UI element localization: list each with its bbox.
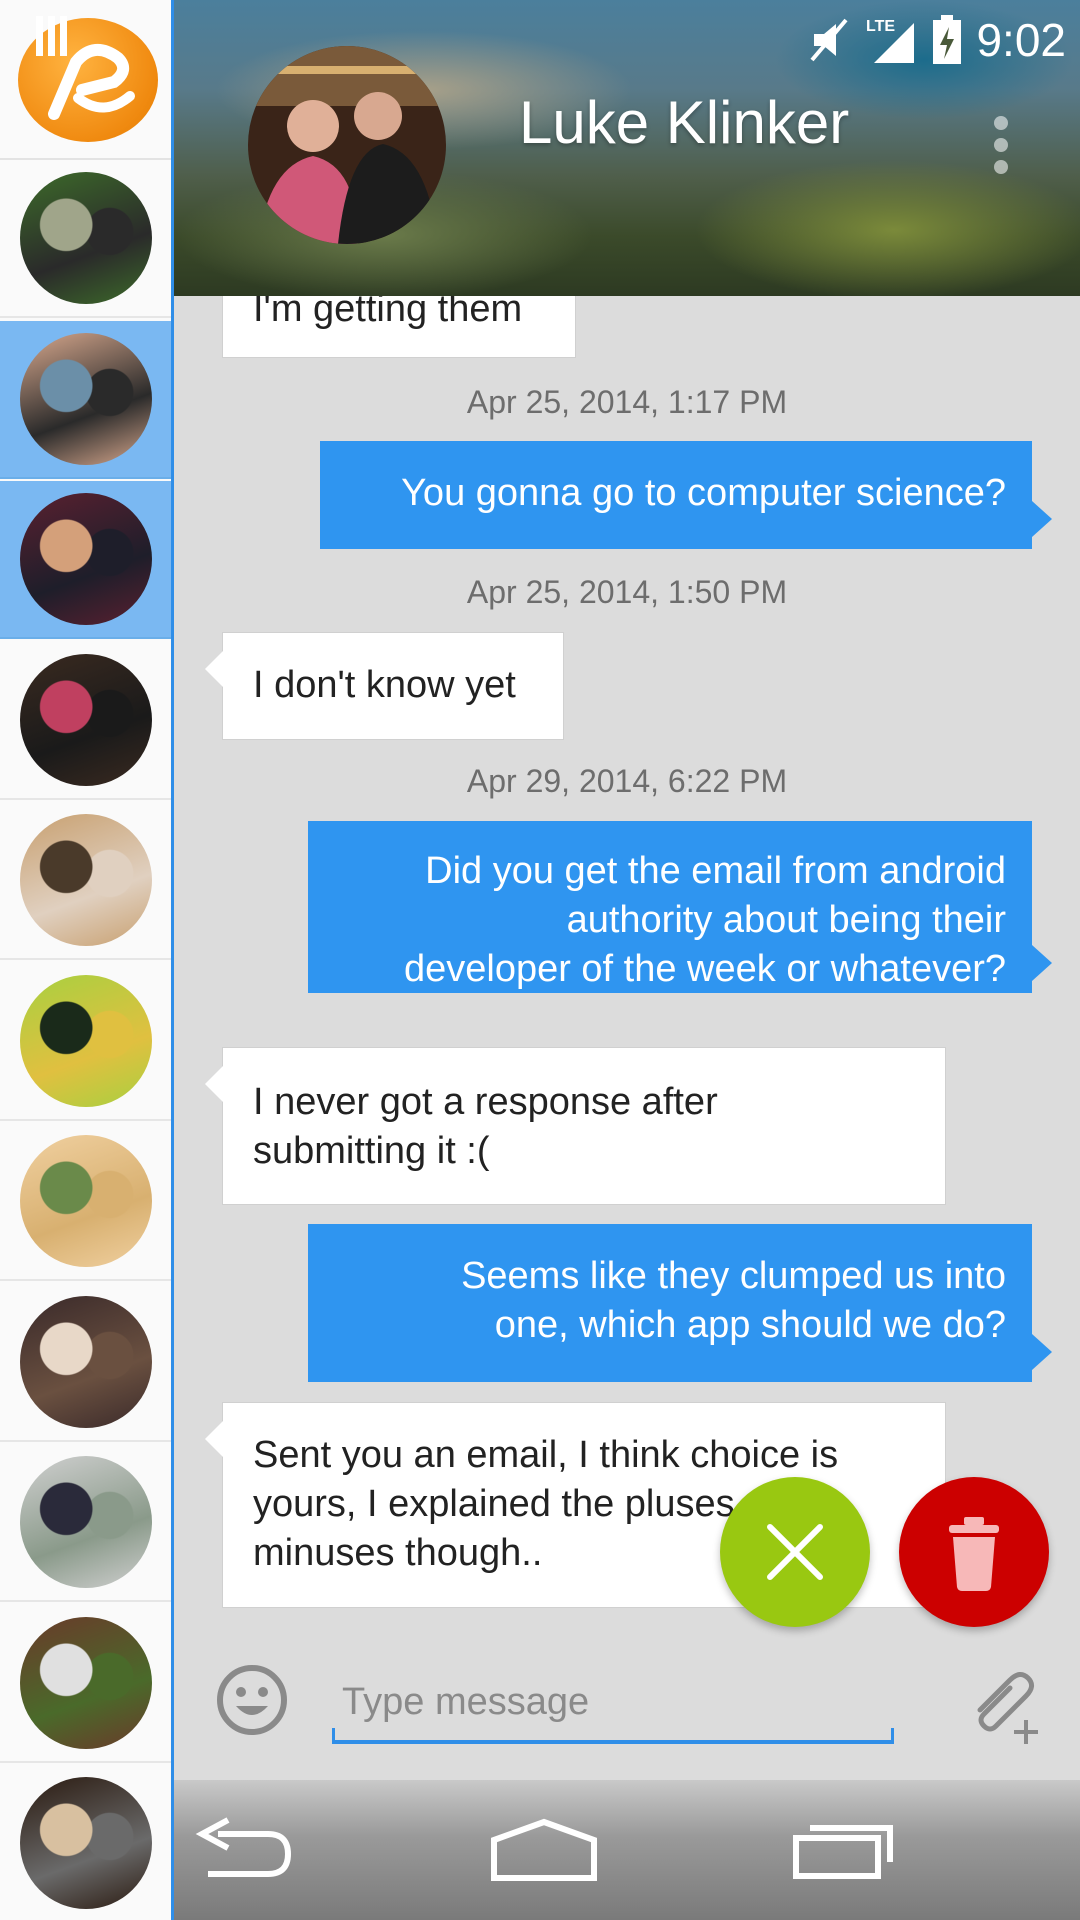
contact-avatar: [20, 1295, 152, 1428]
contact-item[interactable]: [0, 160, 171, 318]
contact-item[interactable]: [0, 1123, 171, 1281]
outgoing-message[interactable]: Seems like they clumped us into one, whi…: [308, 1224, 1052, 1382]
close-icon: [767, 1524, 823, 1580]
contact-name: Luke Klinker: [519, 89, 850, 156]
message-timestamp: Apr 29, 2014, 6:22 PM: [466, 763, 788, 799]
overflow-menu-icon[interactable]: [986, 116, 1016, 178]
compose-bar: [174, 1640, 1080, 1780]
contact-item[interactable]: [0, 963, 171, 1121]
contact-item[interactable]: [0, 642, 171, 800]
message-line: Sent you an email, I think choice is: [253, 1434, 839, 1476]
message-line: Seems like they clumped us into: [461, 1255, 1006, 1297]
recent-apps-icon[interactable]: [788, 1810, 898, 1890]
cancel-selection-button[interactable]: [720, 1477, 870, 1627]
contact-avatar: [20, 493, 152, 625]
mute-icon: [810, 18, 848, 62]
svg-text:LTE: LTE: [866, 18, 895, 35]
outgoing-message[interactable]: You gonna go to computer science?: [320, 441, 1052, 549]
message-text: You gonna go to computer science?: [401, 472, 1006, 514]
incoming-message[interactable]: I don't know yet: [205, 632, 564, 740]
conversation-header: Luke Klinker LTE 9:02: [174, 0, 1080, 296]
incoming-message[interactable]: I never got a response after submitting …: [205, 1047, 946, 1205]
contact-avatar: [20, 1616, 152, 1749]
contact-avatar: [20, 332, 152, 465]
contact-item[interactable]: [0, 1605, 171, 1763]
message-line: Did you get the email from android: [425, 850, 1006, 892]
trash-icon: [949, 1517, 999, 1591]
contact-item[interactable]: [0, 1765, 171, 1920]
message-timestamp: Apr 25, 2014, 1:17 PM: [466, 384, 788, 420]
input-underline: [332, 1728, 894, 1744]
contact-item[interactable]: [0, 481, 171, 639]
contact-avatar: [20, 172, 152, 304]
contact-avatar: [20, 1777, 152, 1909]
contact-item[interactable]: [0, 802, 171, 960]
message-line: submitting it :(: [253, 1130, 490, 1172]
contact-avatar: [20, 1456, 152, 1588]
contact-avatar[interactable]: [248, 46, 446, 244]
status-bar: LTE 9:02: [808, 12, 1066, 68]
message-line: authority about being their: [566, 899, 1006, 941]
contact-avatar: [20, 814, 152, 946]
app-logo-e-icon: [48, 44, 135, 120]
contact-avatar: [20, 1135, 152, 1267]
contact-avatar: [20, 974, 152, 1107]
message-line: developer of the week or whatever?: [403, 948, 1006, 990]
clock: 9:02: [976, 14, 1066, 66]
incoming-message[interactable]: I'm getting them: [222, 296, 576, 358]
contact-item[interactable]: [0, 1444, 171, 1602]
delete-button[interactable]: [899, 1477, 1049, 1627]
attach-icon[interactable]: [966, 1660, 1046, 1744]
message-text: I don't know yet: [253, 664, 516, 706]
message-line: I never got a response after: [253, 1081, 718, 1123]
emoji-icon[interactable]: [216, 1664, 288, 1736]
signal-icon: LTE: [866, 18, 915, 63]
contact-item[interactable]: [0, 320, 171, 479]
contact-item[interactable]: [0, 1284, 171, 1442]
message-text: I'm getting them: [253, 296, 523, 330]
system-navigation-bar: [174, 1780, 1080, 1920]
message-list[interactable]: I'm getting them Apr 25, 2014, 1:17 PM Y…: [174, 296, 1080, 1640]
message-timestamp: Apr 25, 2014, 1:50 PM: [466, 574, 788, 610]
contact-avatar: [20, 653, 152, 786]
battery-charging-icon: [933, 15, 962, 64]
back-icon[interactable]: [188, 1810, 298, 1890]
conversation-sidebar: [0, 0, 174, 1920]
message-line: one, which app should we do?: [494, 1304, 1006, 1346]
app-logo-cell[interactable]: [0, 0, 171, 160]
outgoing-message[interactable]: Did you get the email from android autho…: [308, 821, 1052, 993]
home-icon[interactable]: [484, 1810, 604, 1890]
